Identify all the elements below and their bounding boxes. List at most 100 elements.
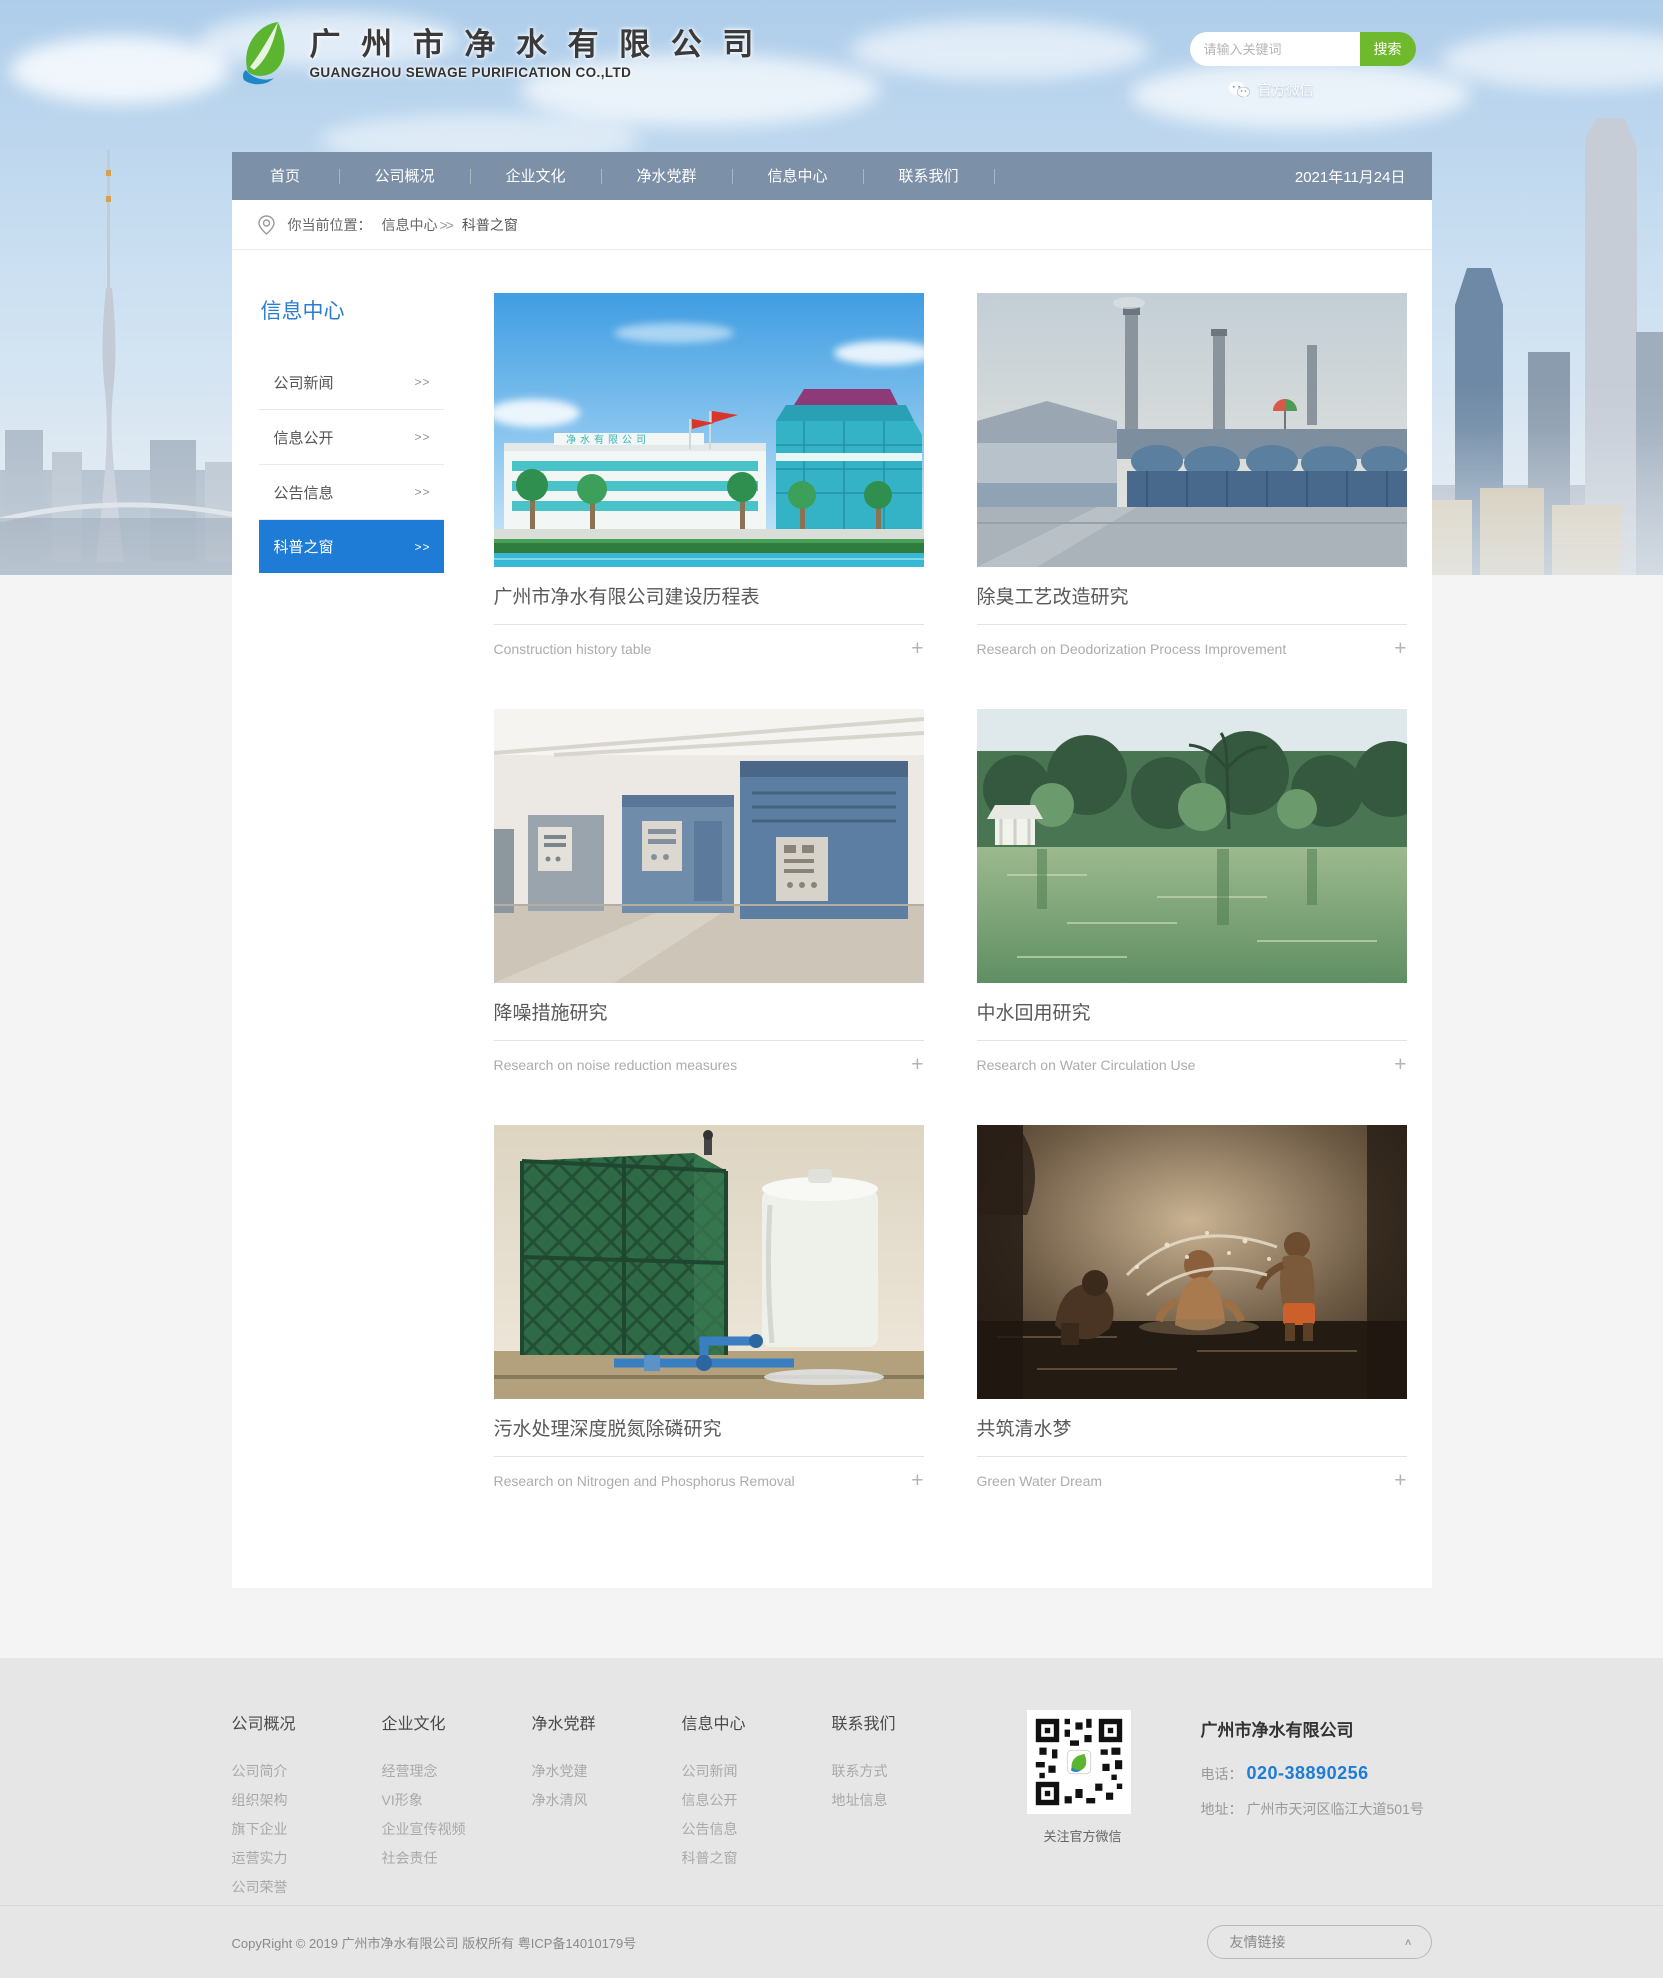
header: 广 州 市 净 水 有 限 公 司 GUANGZHOU SEWAGE PURIF… bbox=[232, 0, 1432, 152]
svg-text:净水有限公司: 净水有限公司 bbox=[566, 433, 650, 446]
card-subtitle: Research on noise reduction measures bbox=[494, 1057, 738, 1073]
card-title[interactable]: 除臭工艺改造研究 bbox=[977, 585, 1407, 611]
footer-link[interactable]: 经营理念 bbox=[382, 1757, 532, 1786]
qr-caption: 关注官方微信 bbox=[1027, 1826, 1139, 1845]
article-card: 共筑清水梦 Green Water Dream + bbox=[977, 1125, 1407, 1493]
footer-col-company: 公司概况 公司简介 组织架构 旗下企业 运营实力 公司荣誉 bbox=[232, 1710, 382, 1905]
footer-link[interactable]: 组织架构 bbox=[232, 1786, 382, 1815]
search-button[interactable]: 搜索 bbox=[1360, 32, 1416, 66]
footer-link[interactable]: VI形象 bbox=[382, 1786, 532, 1815]
card-title[interactable]: 广州市净水有限公司建设历程表 bbox=[494, 585, 924, 611]
main-content: 信息中心 公司新闻 >> 信息公开 >> 公告信息 >> 科普之窗 >> bbox=[232, 250, 1432, 1588]
footer-link[interactable]: 运营实力 bbox=[232, 1844, 382, 1873]
footer-link[interactable]: 信息公开 bbox=[682, 1786, 832, 1815]
article-card: 中水回用研究 Research on Water Circulation Use… bbox=[977, 709, 1407, 1077]
footer-col-party: 净水党群 净水党建 净水清风 bbox=[532, 1710, 682, 1905]
wechat-qr-block: 关注官方微信 bbox=[1027, 1710, 1139, 1905]
card-subtitle: Research on Deodorization Process Improv… bbox=[977, 641, 1287, 657]
nav-item-culture[interactable]: 企业文化 bbox=[471, 169, 602, 184]
card-image-treatment-tank[interactable] bbox=[494, 1125, 924, 1399]
footer-link[interactable]: 联系方式 bbox=[832, 1757, 982, 1786]
company-name-en: GUANGZHOU SEWAGE PURIFICATION CO.,LTD bbox=[310, 65, 760, 80]
sidebar-item-label: 信息公开 bbox=[274, 427, 334, 448]
nav-item-company[interactable]: 公司概况 bbox=[340, 169, 471, 184]
card-title[interactable]: 共筑清水梦 bbox=[977, 1417, 1407, 1443]
sidebar-item-info-disclosure[interactable]: 信息公开 >> bbox=[259, 410, 444, 465]
plus-icon[interactable]: + bbox=[1394, 1055, 1406, 1075]
footer-company-info: 广州市净水有限公司 电话： 020-38890256 地址： 广州市天河区临江大… bbox=[1201, 1710, 1424, 1905]
sidebar-title: 信息中心 bbox=[259, 293, 444, 325]
sidebar-item-label: 公告信息 bbox=[274, 482, 334, 503]
friend-links-label: 友情链接 bbox=[1230, 1932, 1286, 1952]
footer-link[interactable]: 公司荣誉 bbox=[232, 1873, 382, 1902]
article-card: 除臭工艺改造研究 Research on Deodorization Proce… bbox=[977, 293, 1407, 661]
nav-item-info[interactable]: 信息中心 bbox=[733, 169, 864, 184]
footer-link[interactable]: 公司新闻 bbox=[682, 1757, 832, 1786]
footer-col-culture: 企业文化 经营理念 VI形象 企业宣传视频 社会责任 bbox=[382, 1710, 532, 1905]
footer-link[interactable]: 净水党建 bbox=[532, 1757, 682, 1786]
nav-item-contact[interactable]: 联系我们 bbox=[864, 169, 995, 184]
card-title[interactable]: 降噪措施研究 bbox=[494, 1001, 924, 1027]
plus-icon[interactable]: + bbox=[911, 1055, 923, 1075]
plus-icon[interactable]: + bbox=[911, 639, 923, 659]
card-subtitle: Research on Nitrogen and Phosphorus Remo… bbox=[494, 1473, 795, 1489]
footer-col-title: 净水党群 bbox=[532, 1710, 682, 1734]
footer-col-title: 公司概况 bbox=[232, 1710, 382, 1734]
qr-code bbox=[1027, 1710, 1131, 1814]
chevron-double-icon: >> bbox=[414, 375, 430, 389]
card-image-water-pond[interactable] bbox=[977, 709, 1407, 983]
plus-icon[interactable]: + bbox=[1394, 1471, 1406, 1491]
footer-col-info: 信息中心 公司新闻 信息公开 公告信息 科普之窗 bbox=[682, 1710, 832, 1905]
card-image-deodorization-plant[interactable] bbox=[977, 293, 1407, 567]
card-image-company-building[interactable]: 净水有限公司 bbox=[494, 293, 924, 567]
location-pin-icon bbox=[258, 215, 275, 235]
sidebar-item-science-window[interactable]: 科普之窗 >> bbox=[259, 520, 444, 573]
sidebar-item-label: 公司新闻 bbox=[274, 372, 334, 393]
breadcrumb-label: 你当前位置： bbox=[288, 215, 372, 235]
official-wechat[interactable]: 官方微信 bbox=[1228, 80, 1314, 100]
footer-link[interactable]: 科普之窗 bbox=[682, 1844, 832, 1873]
current-date: 2021年11月24日 bbox=[1295, 166, 1432, 187]
footer-link[interactable]: 净水清风 bbox=[532, 1786, 682, 1815]
footer-col-title: 企业文化 bbox=[382, 1710, 532, 1734]
footer-link[interactable]: 地址信息 bbox=[832, 1786, 982, 1815]
logo[interactable]: 广 州 市 净 水 有 限 公 司 GUANGZHOU SEWAGE PURIF… bbox=[234, 20, 760, 86]
breadcrumb-section[interactable]: 信息中心 bbox=[382, 215, 438, 235]
footer-link[interactable]: 企业宣传视频 bbox=[382, 1815, 532, 1844]
footer-link[interactable]: 公告信息 bbox=[682, 1815, 832, 1844]
article-card: 净水有限公司 bbox=[494, 293, 924, 661]
phone-number: 020-38890256 bbox=[1247, 1763, 1369, 1784]
card-image-noise-equipment[interactable] bbox=[494, 709, 924, 983]
phone-label: 电话： bbox=[1201, 1764, 1243, 1784]
footer-link[interactable]: 社会责任 bbox=[382, 1844, 532, 1873]
card-subtitle: Construction history table bbox=[494, 641, 652, 657]
card-subtitle: Green Water Dream bbox=[977, 1473, 1103, 1489]
footer-company-name: 广州市净水有限公司 bbox=[1201, 1716, 1424, 1741]
search-bar: 搜索 bbox=[1190, 32, 1416, 66]
sidebar-item-company-news[interactable]: 公司新闻 >> bbox=[259, 355, 444, 410]
card-title[interactable]: 中水回用研究 bbox=[977, 1001, 1407, 1027]
card-image-children-water[interactable] bbox=[977, 1125, 1407, 1399]
content-wrapper: 你当前位置： 信息中心 >> 科普之窗 信息中心 公司新闻 >> 信息公开 >>… bbox=[232, 200, 1432, 1588]
breadcrumb-current[interactable]: 科普之窗 bbox=[462, 215, 518, 235]
footer-col-title: 信息中心 bbox=[682, 1710, 832, 1734]
footer: 公司概况 公司简介 组织架构 旗下企业 运营实力 公司荣誉 企业文化 经营理念 … bbox=[0, 1658, 1663, 1978]
sidebar-item-announcements[interactable]: 公告信息 >> bbox=[259, 465, 444, 520]
friend-links-select[interactable]: 友情链接 ∧ bbox=[1207, 1925, 1432, 1959]
chevron-double-icon: >> bbox=[414, 540, 430, 554]
nav-item-party[interactable]: 净水党群 bbox=[602, 169, 733, 184]
sidebar: 信息中心 公司新闻 >> 信息公开 >> 公告信息 >> 科普之窗 >> bbox=[259, 293, 444, 1493]
footer-col-contact: 联系我们 联系方式 地址信息 bbox=[832, 1710, 982, 1905]
leaf-logo-icon bbox=[234, 20, 296, 86]
article-card: 降噪措施研究 Research on noise reduction measu… bbox=[494, 709, 924, 1077]
nav-item-home[interactable]: 首页 bbox=[232, 169, 340, 184]
plus-icon[interactable]: + bbox=[1394, 639, 1406, 659]
card-title[interactable]: 污水处理深度脱氮除磷研究 bbox=[494, 1417, 924, 1443]
footer-link[interactable]: 公司简介 bbox=[232, 1757, 382, 1786]
company-name: 广 州 市 净 水 有 限 公 司 bbox=[310, 27, 760, 63]
address-label: 地址： bbox=[1201, 1799, 1243, 1819]
search-input[interactable] bbox=[1190, 32, 1360, 66]
plus-icon[interactable]: + bbox=[911, 1471, 923, 1491]
footer-link[interactable]: 旗下企业 bbox=[232, 1815, 382, 1844]
sidebar-item-label: 科普之窗 bbox=[274, 536, 334, 557]
